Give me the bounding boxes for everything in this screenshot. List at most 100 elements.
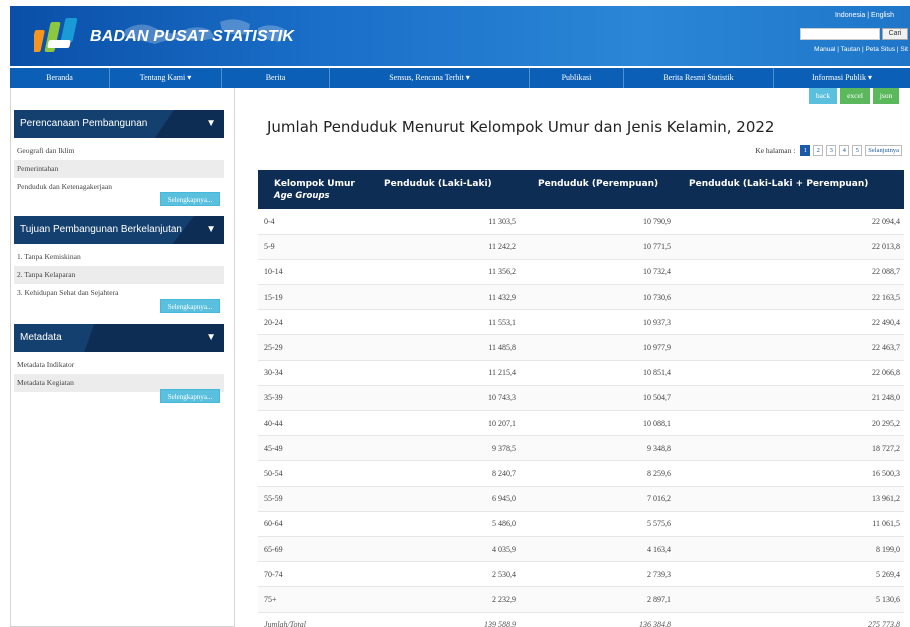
more-button[interactable]: Selengkapnya...: [160, 389, 220, 403]
panel-title: Perencanaan Pembangunan: [20, 118, 148, 129]
total-cell: 20 295,2: [675, 410, 904, 437]
total-cell: 8 199,0: [675, 536, 904, 563]
back-button[interactable]: back: [809, 88, 837, 104]
panel-header[interactable]: Metadata ▼: [14, 324, 224, 352]
female-cell: 4 163,4: [520, 536, 675, 563]
female-cell: 2 739,3: [520, 561, 675, 588]
table-row: 50-54 8 240,7 8 259,6 16 500,3: [258, 460, 904, 487]
sidebar-link[interactable]: 2. Tanpa Kelaparan: [14, 266, 224, 284]
female-cell: 10 732,4: [520, 259, 675, 286]
table-row: 5-9 11 242,2 10 771,5 22 013,8: [258, 234, 904, 260]
brand-title[interactable]: BADAN PUSAT STATISTIK: [90, 28, 294, 46]
age-group-cell: 65-69: [258, 536, 370, 563]
sidebar-link[interactable]: Geografi dan Iklim: [14, 142, 224, 160]
table-row: 40-44 10 207,1 10 088,1 20 295,2: [258, 410, 904, 437]
more-button[interactable]: Selengkapnya...: [160, 299, 220, 313]
age-group-cell: 25-29: [258, 334, 370, 361]
header-age-group: Kelompok Umur Age Groups: [258, 170, 370, 209]
age-group-cell: 60-64: [258, 511, 370, 537]
total-cell: 5 269,4: [675, 561, 904, 588]
male-cell: 4 035,9: [370, 536, 520, 563]
panel-perencanaan: Perencanaan Pembangunan ▼ Geografi dan I…: [14, 110, 224, 196]
total-cell: 22 094,4: [675, 209, 904, 235]
sidebar-link[interactable]: 1. Tanpa Kemiskinan: [14, 248, 224, 266]
pagination: Ke halaman : 1 2 3 4 5 Selanjutnya: [755, 145, 902, 156]
language-links[interactable]: Indonesia | English: [835, 12, 894, 19]
male-cell: 2 530,4: [370, 561, 520, 588]
total-cell: 21 248,0: [675, 385, 904, 412]
female-cell: 10 504,7: [520, 385, 675, 412]
page-button[interactable]: 1: [800, 145, 811, 156]
table-row: 55-59 6 945,0 7 016,2 13 961,2: [258, 486, 904, 512]
male-cell: 2 232,9: [370, 586, 520, 613]
nav-item-tentang-kami[interactable]: Tentang Kami ▾: [110, 68, 222, 88]
age-group-cell: 45-49: [258, 435, 370, 462]
nav-item-brs[interactable]: Berita Resmi Statistik: [624, 68, 774, 88]
female-cell: 10 730,6: [520, 284, 675, 311]
table-row: 65-69 4 035,9 4 163,4 8 199,0: [258, 536, 904, 563]
female-cell: 10 771,5: [520, 234, 675, 260]
json-button[interactable]: json: [873, 88, 899, 104]
total-cell: 13 961,2: [675, 486, 904, 512]
age-group-cell: 75+: [258, 586, 370, 613]
male-cell: 11 303,5: [370, 209, 520, 235]
total-cell: 16 500,3: [675, 460, 904, 487]
page-button[interactable]: 4: [839, 145, 850, 156]
header-male: Penduduk (Laki-Laki): [384, 179, 492, 189]
table-row: 60-64 5 486,0 5 575,6 11 061,5: [258, 511, 904, 537]
total-cell: 22 088,7: [675, 259, 904, 286]
panel-tpb: Tujuan Pembangunan Berkelanjutan ▼ 1. Ta…: [14, 216, 224, 302]
page-button[interactable]: 5: [852, 145, 863, 156]
caret-down-icon[interactable]: ▼: [206, 110, 216, 138]
total-cell: 22 490,4: [675, 309, 904, 336]
caret-down-icon[interactable]: ▼: [206, 216, 216, 244]
age-group-cell: 70-74: [258, 561, 370, 588]
female-cell: 10 977,9: [520, 334, 675, 361]
nav-item-beranda[interactable]: Beranda: [10, 68, 110, 88]
female-cell: 5 575,6: [520, 511, 675, 537]
panel-header[interactable]: Perencanaan Pembangunan ▼: [14, 110, 224, 138]
sidebar-link[interactable]: Metadata Indikator: [14, 356, 224, 374]
nav-item-publikasi[interactable]: Publikasi: [530, 68, 624, 88]
header-female: Penduduk (Perempuan): [538, 179, 659, 189]
male-cell: 10 207,1: [370, 410, 520, 437]
male-cell: 11 356,2: [370, 259, 520, 286]
search-button[interactable]: Cari: [882, 28, 908, 40]
top-links[interactable]: Manual | Tautan | Peta Situs | Sit: [814, 46, 908, 53]
age-group-cell: 30-34: [258, 360, 370, 386]
excel-button[interactable]: excel: [840, 88, 870, 104]
nav-item-berita[interactable]: Berita: [222, 68, 330, 88]
age-group-cell: 10-14: [258, 259, 370, 286]
more-button[interactable]: Selengkapnya...: [160, 192, 220, 206]
male-cell: 10 743,3: [370, 385, 520, 412]
table-total-row: Jumlah/Total 139 588,9 136 384,8 275 773,8: [258, 612, 904, 627]
page-button[interactable]: 3: [826, 145, 837, 156]
age-group-cell: 20-24: [258, 309, 370, 336]
next-page-button[interactable]: Selanjutnya: [865, 145, 902, 156]
caret-down-icon[interactable]: ▼: [206, 324, 216, 352]
age-group-cell: 35-39: [258, 385, 370, 412]
total-cell: 22 013,8: [675, 234, 904, 260]
header-sublabel: Age Groups: [274, 191, 330, 201]
nav-item-sensus[interactable]: Sensus, Rencana Terbit ▾: [330, 68, 530, 88]
panel-header[interactable]: Tujuan Pembangunan Berkelanjutan ▼: [14, 216, 224, 244]
age-group-cell: 55-59: [258, 486, 370, 512]
panel-title: Metadata: [20, 332, 62, 343]
male-cell: 11 215,4: [370, 360, 520, 386]
sidebar-link[interactable]: Pemerintahan: [14, 160, 224, 178]
panel-title: Tujuan Pembangunan Berkelanjutan: [20, 224, 182, 235]
age-group-cell: 0-4: [258, 209, 370, 235]
header-total: Penduduk (Laki-Laki + Perempuan): [689, 179, 869, 189]
table-body: 0-4 11 303,5 10 790,9 22 094,4 5-9 11 242,2 10…: [258, 209, 904, 627]
page-button[interactable]: 2: [813, 145, 824, 156]
age-group-cell: Jumlah/Total: [258, 612, 370, 627]
total-cell: 18 727,2: [675, 435, 904, 462]
male-cell: 5 486,0: [370, 511, 520, 537]
female-cell: 10 851,4: [520, 360, 675, 386]
search-form: Cari: [800, 28, 908, 40]
nav-item-informasi-publik[interactable]: Informasi Publik ▾: [774, 68, 910, 88]
search-input[interactable]: [800, 28, 880, 40]
total-cell: 22 463,7: [675, 334, 904, 361]
population-table: Kelompok Umur Age Groups Penduduk (Laki-…: [258, 170, 904, 627]
table-row: 45-49 9 378,5 9 348,8 18 727,2: [258, 435, 904, 462]
